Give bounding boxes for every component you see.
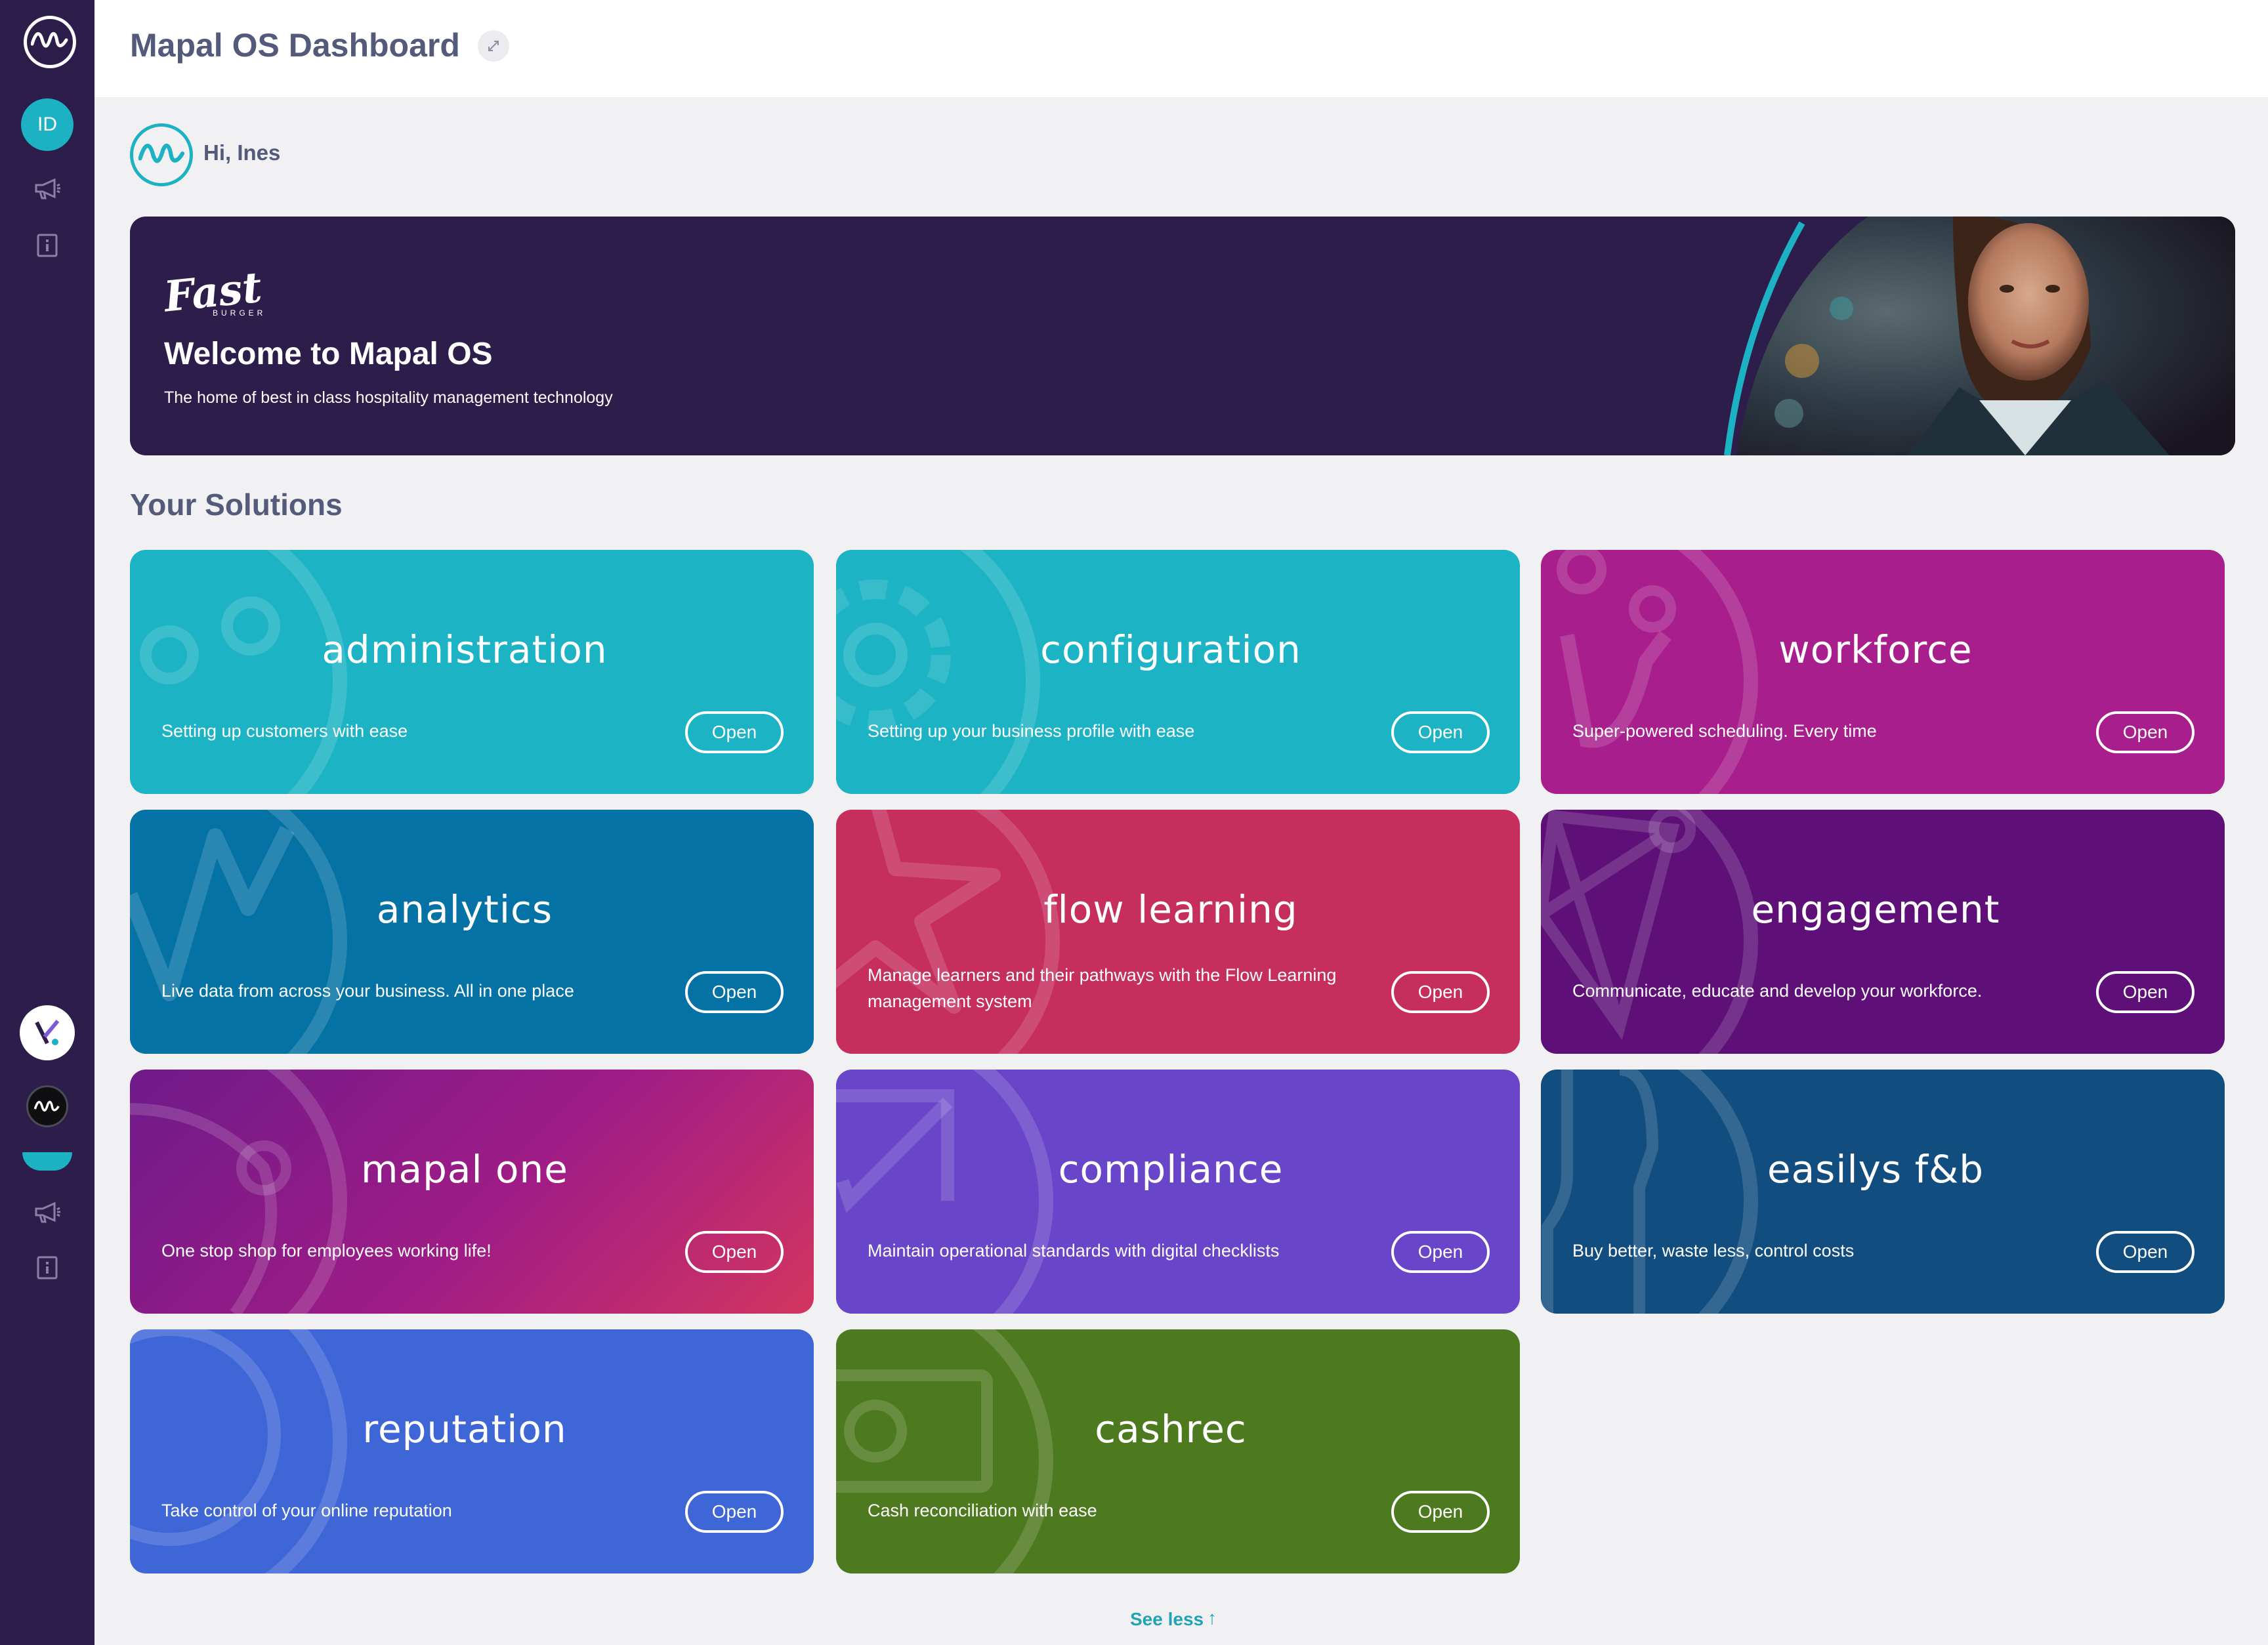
checklist-icon xyxy=(836,1070,1053,1314)
expand-icon xyxy=(488,41,499,51)
solution-card-compliance[interactable]: compliance Maintain operational standard… xyxy=(836,1070,1520,1314)
solution-card-configuration[interactable]: configuration Setting up your business p… xyxy=(836,550,1520,794)
star-icon xyxy=(836,810,1060,1054)
solution-card-analytics[interactable]: analytics Live data from across your bus… xyxy=(130,810,814,1054)
hero-photo xyxy=(1724,217,2235,455)
solution-card-reputation[interactable]: reputation Take control of your online r… xyxy=(130,1329,814,1573)
gear-icon xyxy=(836,550,1040,794)
card-title: configuration xyxy=(1040,627,1301,672)
card-title: cashrec xyxy=(1095,1407,1247,1451)
card-description: One stop shop for employees working life… xyxy=(161,1241,492,1260)
card-description: Setting up customers with ease xyxy=(161,721,408,741)
people-icon xyxy=(1557,550,1758,794)
card-description: Live data from across your business. All… xyxy=(161,981,574,1001)
open-button[interactable]: Open xyxy=(2096,1231,2194,1273)
solution-card-easilys[interactable]: easilys f&b Buy better, waste less, cont… xyxy=(1541,1070,2225,1314)
card-description: Setting up your business profile with ea… xyxy=(868,721,1195,741)
cutlery-icon xyxy=(1542,1070,1758,1314)
card-description: Manage learners and their pathways with … xyxy=(868,965,1337,1011)
mapal-app-icon[interactable] xyxy=(26,1085,68,1127)
card-description: Maintain operational standards with digi… xyxy=(868,1241,1280,1260)
expand-button[interactable] xyxy=(478,30,509,62)
open-button[interactable]: Open xyxy=(685,711,784,753)
sidebar: ID xyxy=(0,0,94,1645)
hero-title: Welcome to Mapal OS xyxy=(164,337,493,371)
solution-card-flow-learning[interactable]: flow learning Manage learners and their … xyxy=(836,810,1520,1054)
app-root: ID Mapal OS Dashboard Hi, Ines Fast BURG… xyxy=(0,0,2268,1645)
orbit-icon xyxy=(130,1070,347,1314)
card-description: Take control of your online reputation xyxy=(161,1501,452,1520)
chart-icon xyxy=(130,810,347,1054)
info-icon[interactable] xyxy=(33,231,62,260)
solution-card-mapal-one[interactable]: mapal one One stop shop for employees wo… xyxy=(130,1070,814,1314)
solution-card-cashrec[interactable]: cashrec Cash reconciliation with ease Op… xyxy=(836,1329,1520,1573)
card-title: analytics xyxy=(376,887,553,932)
open-button[interactable]: Open xyxy=(685,1231,784,1273)
solution-card-workforce[interactable]: workforce Super-powered scheduling. Ever… xyxy=(1541,550,2225,794)
network-icon xyxy=(1541,810,1758,1054)
info-icon[interactable] xyxy=(33,1253,62,1282)
see-less-link[interactable]: See less xyxy=(1130,1609,1204,1630)
card-description: Cash reconciliation with ease xyxy=(868,1501,1097,1520)
arrow-up-icon[interactable]: ↑ xyxy=(1208,1608,1217,1629)
mapal-logo-icon xyxy=(130,123,193,186)
plug-icon xyxy=(140,550,347,794)
open-button[interactable]: Open xyxy=(1391,1491,1490,1533)
greeting: Hi, Ines xyxy=(203,140,281,165)
user-initials: ID xyxy=(37,114,57,135)
card-description: Buy better, waste less, control costs xyxy=(1572,1241,1855,1260)
app-switch-icon[interactable] xyxy=(20,1005,75,1060)
open-button[interactable]: Open xyxy=(685,1491,784,1533)
card-title: flow learning xyxy=(1043,887,1298,932)
hero-subtitle: The home of best in class hospitality ma… xyxy=(164,388,613,407)
section-title: Your Solutions xyxy=(130,488,343,522)
page-title: Mapal OS Dashboard xyxy=(130,27,460,64)
megaphone-icon[interactable] xyxy=(33,175,62,203)
card-description: Super-powered scheduling. Every time xyxy=(1572,721,1877,741)
solution-card-administration[interactable]: administration Setting up customers with… xyxy=(130,550,814,794)
card-title: workforce xyxy=(1778,627,1973,672)
open-button[interactable]: Open xyxy=(685,971,784,1013)
open-button[interactable]: Open xyxy=(1391,711,1490,753)
card-title: compliance xyxy=(1058,1147,1284,1192)
open-button[interactable]: Open xyxy=(2096,971,2194,1013)
active-indicator xyxy=(22,1152,72,1171)
card-description: Communicate, educate and develop your wo… xyxy=(1572,981,1983,1001)
open-button[interactable]: Open xyxy=(2096,711,2194,753)
brand-logo-sub: BURGER xyxy=(213,308,266,318)
solution-card-engagement[interactable]: engagement Communicate, educate and deve… xyxy=(1541,810,2225,1054)
open-button[interactable]: Open xyxy=(1391,1231,1490,1273)
open-button[interactable]: Open xyxy=(1391,971,1490,1013)
reputation-icon xyxy=(130,1329,347,1573)
megaphone-icon[interactable] xyxy=(33,1198,62,1227)
card-title: mapal one xyxy=(361,1147,568,1192)
header: Mapal OS Dashboard xyxy=(94,0,2268,97)
welcome-banner: Fast BURGER Welcome to Mapal OS The home… xyxy=(130,217,2235,455)
user-avatar[interactable]: ID xyxy=(21,98,74,151)
card-title: administration xyxy=(322,627,608,672)
card-title: easilys f&b xyxy=(1767,1147,1984,1192)
banknote-icon xyxy=(836,1329,1053,1573)
card-title: reputation xyxy=(362,1407,567,1451)
mapal-logo-icon[interactable] xyxy=(24,16,76,68)
card-title: engagement xyxy=(1751,887,2000,932)
